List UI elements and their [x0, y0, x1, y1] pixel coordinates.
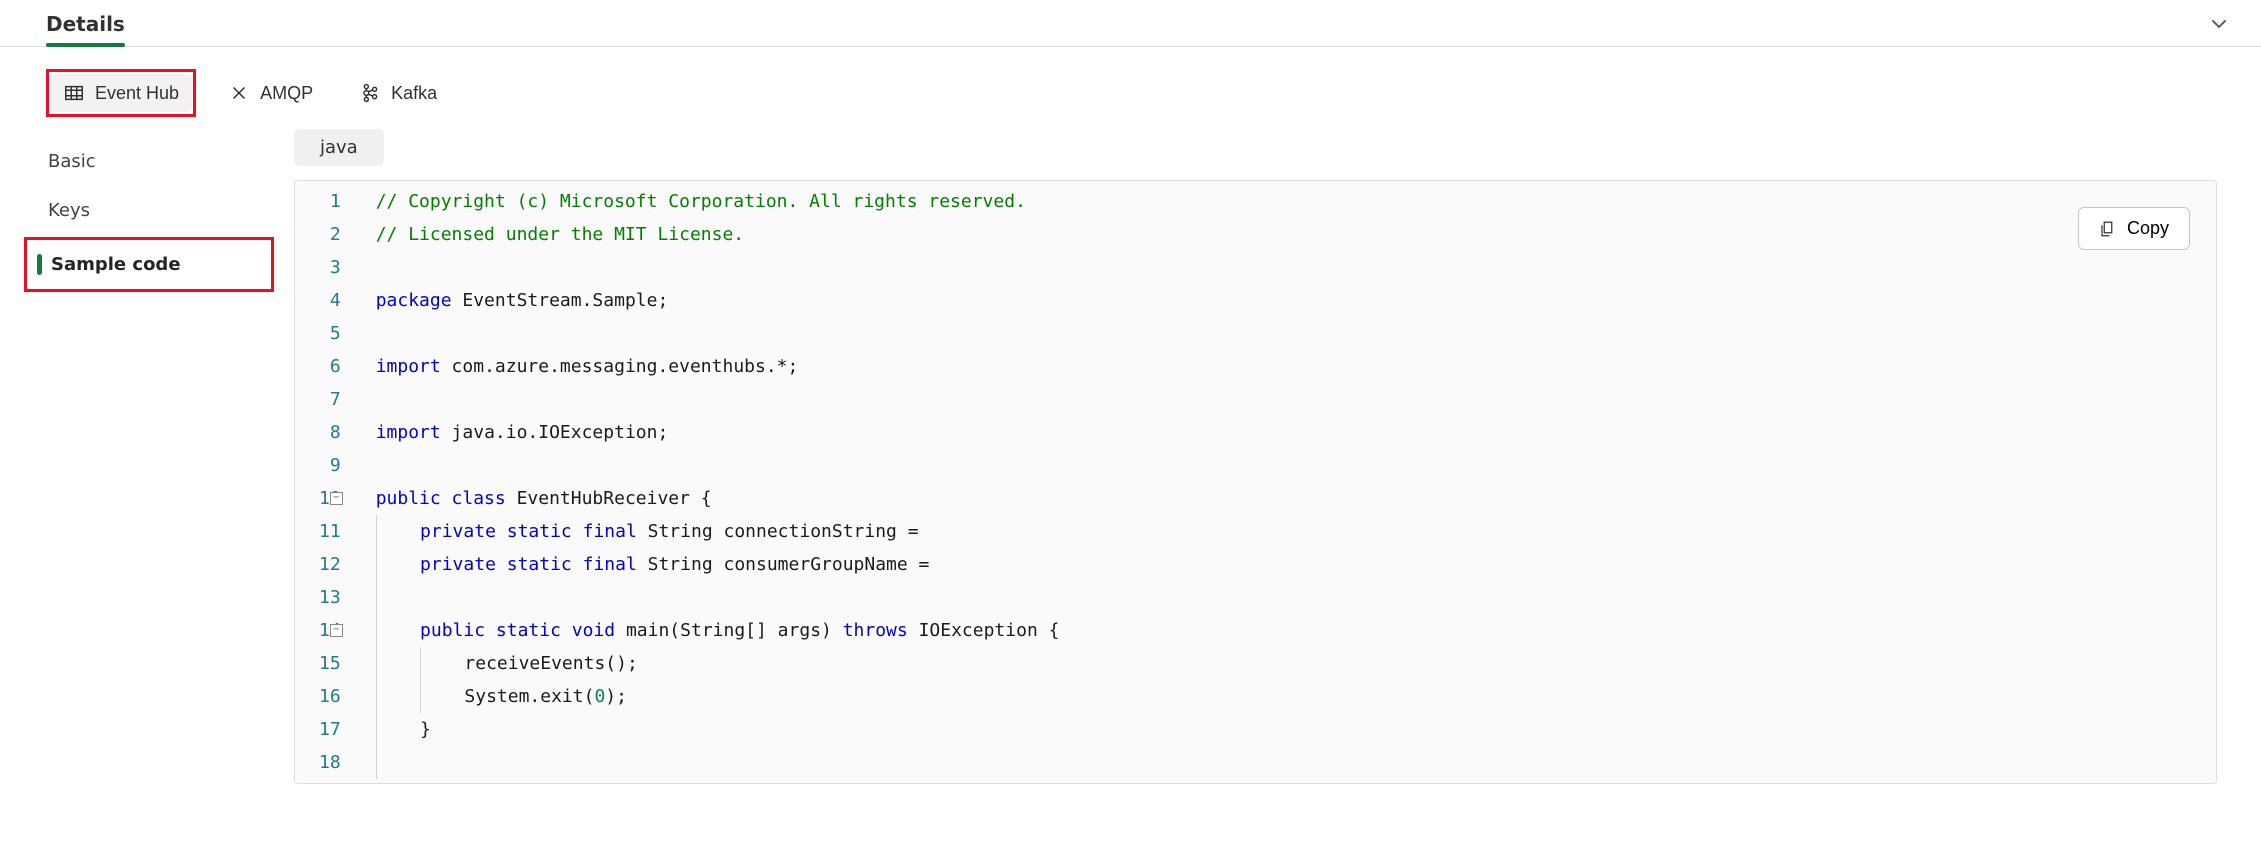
kafka-icon	[359, 82, 381, 104]
details-tab[interactable]: Details	[46, 12, 125, 46]
copy-button[interactable]: Copy	[2078, 207, 2190, 250]
protocol-tab-eventhub[interactable]: Event Hub	[49, 74, 193, 112]
amqp-icon	[228, 82, 250, 104]
sidebar-item-keys[interactable]: Keys	[24, 186, 274, 235]
collapse-chevron-icon[interactable]	[2207, 12, 2231, 36]
copy-icon	[2099, 220, 2117, 238]
sidebar: BasicKeys Sample code	[24, 129, 274, 294]
fold-toggle-icon[interactable]: −	[330, 624, 343, 637]
sidebar-item-samplecode[interactable]: Sample code	[27, 240, 271, 289]
protocol-tab-label: AMQP	[260, 83, 313, 104]
code-gutter: 12345678910−11121314−15161718	[295, 181, 356, 783]
copy-button-label: Copy	[2127, 218, 2169, 239]
eventhub-icon	[63, 82, 85, 104]
protocol-tab-label: Kafka	[391, 83, 437, 104]
protocol-tab-label: Event Hub	[95, 83, 179, 104]
code-block: Copy 12345678910−11121314−15161718 // Co…	[294, 180, 2217, 784]
sidebar-item-basic[interactable]: Basic	[24, 137, 274, 186]
fold-toggle-icon[interactable]: −	[330, 492, 343, 505]
code-content[interactable]: // Copyright (c) Microsoft Corporation. …	[356, 181, 1060, 783]
language-pill[interactable]: java	[294, 129, 384, 166]
protocol-tab-kafka[interactable]: Kafka	[345, 74, 451, 112]
protocol-tab-amqp[interactable]: AMQP	[214, 74, 327, 112]
protocol-tabs: Event Hub AMQP Kafka	[0, 47, 2261, 129]
